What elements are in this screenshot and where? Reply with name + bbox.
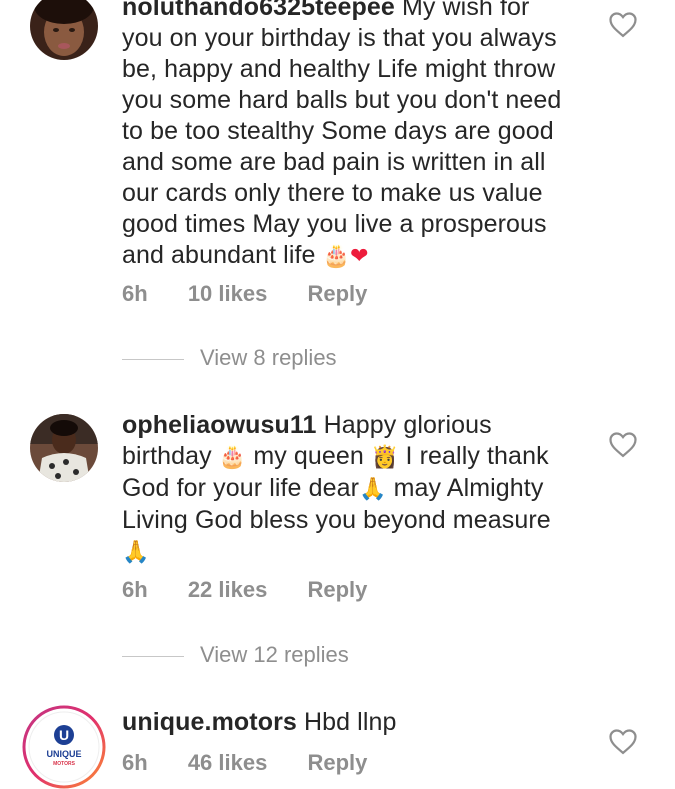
comment-line: may Almighty bbox=[393, 474, 544, 502]
logo-name: UNIQUE bbox=[46, 749, 81, 759]
cake-emoji: 🎂 bbox=[218, 445, 247, 470]
comment-line: God for your life dear bbox=[122, 474, 360, 502]
logo-letter: U bbox=[59, 727, 69, 743]
heart-outline-icon[interactable] bbox=[608, 430, 638, 458]
username[interactable]: noluthando6325teepee bbox=[122, 0, 395, 21]
username[interactable]: unique.motors bbox=[122, 708, 297, 736]
timestamp: 6h bbox=[122, 750, 148, 775]
comment-line: I really thank bbox=[405, 442, 549, 470]
pray-emoji: 🙏 bbox=[122, 540, 150, 565]
username[interactable]: opheliaowusu11 bbox=[122, 411, 317, 439]
avatar[interactable] bbox=[30, 414, 98, 482]
comment-text: noluthando6325teepee My wish for you on … bbox=[122, 0, 592, 272]
view-replies-label[interactable]: View 8 replies bbox=[200, 345, 337, 370]
view-replies[interactable]: View 12 replies bbox=[122, 642, 349, 668]
comment-line: to be too stealthy Some days are good bbox=[122, 117, 554, 145]
likes-count[interactable]: 22 likes bbox=[188, 577, 268, 603]
heart-outline-icon[interactable] bbox=[608, 10, 638, 38]
comment-line: good times May you live a prosperous bbox=[122, 210, 547, 238]
comment-meta: 6h 10 likes Reply bbox=[122, 281, 401, 307]
comment-line: be, happy and healthy Life might throw bbox=[122, 55, 556, 83]
pray-emoji: 🙏 bbox=[359, 477, 387, 502]
comment-line: my queen bbox=[253, 442, 364, 470]
timestamp: 6h bbox=[122, 281, 148, 306]
comment-line: Happy glorious bbox=[323, 411, 492, 439]
comment-text: unique.motors Hbd llnp bbox=[122, 707, 592, 738]
comment-line: birthday bbox=[122, 442, 212, 470]
reply-button[interactable]: Reply bbox=[307, 750, 367, 776]
comment-line: our cards only there to make us value bbox=[122, 179, 543, 207]
view-replies-label[interactable]: View 12 replies bbox=[200, 642, 349, 667]
avatar[interactable]: U UNIQUE MOTORS bbox=[22, 705, 106, 789]
comment-meta: 6h 22 likes Reply bbox=[122, 577, 401, 603]
avatar[interactable] bbox=[30, 0, 98, 60]
princess-emoji: 👸 bbox=[370, 445, 399, 470]
cake-emoji: 🎂 bbox=[322, 244, 351, 269]
timestamp: 6h bbox=[122, 577, 148, 602]
comment-line: Living God bless you beyond measure bbox=[122, 506, 551, 534]
comment-line: you on your birthday is that you always bbox=[122, 24, 557, 52]
comment-line: and abundant life bbox=[122, 241, 316, 269]
comment-line: you some hard balls but you don't need bbox=[122, 86, 562, 114]
view-replies[interactable]: View 8 replies bbox=[122, 345, 337, 371]
reply-button[interactable]: Reply bbox=[307, 577, 367, 603]
divider-line bbox=[122, 655, 184, 657]
comment-line: and some are bad pain is written in all bbox=[122, 148, 546, 176]
heart-outline-icon[interactable] bbox=[608, 727, 638, 755]
likes-count[interactable]: 10 likes bbox=[188, 281, 268, 307]
red-heart-emoji: ❤ bbox=[350, 244, 369, 269]
comment-text: opheliaowusu11 Happy glorious birthday 🎂… bbox=[122, 410, 592, 568]
comment-line: Hbd llnp bbox=[303, 708, 397, 736]
reply-button[interactable]: Reply bbox=[307, 281, 367, 307]
logo-subname: MOTORS bbox=[53, 761, 76, 767]
divider-line bbox=[122, 358, 184, 360]
likes-count[interactable]: 46 likes bbox=[188, 750, 268, 776]
comment-line: My wish for bbox=[401, 0, 530, 21]
comment-meta: 6h 46 likes Reply bbox=[122, 750, 401, 776]
